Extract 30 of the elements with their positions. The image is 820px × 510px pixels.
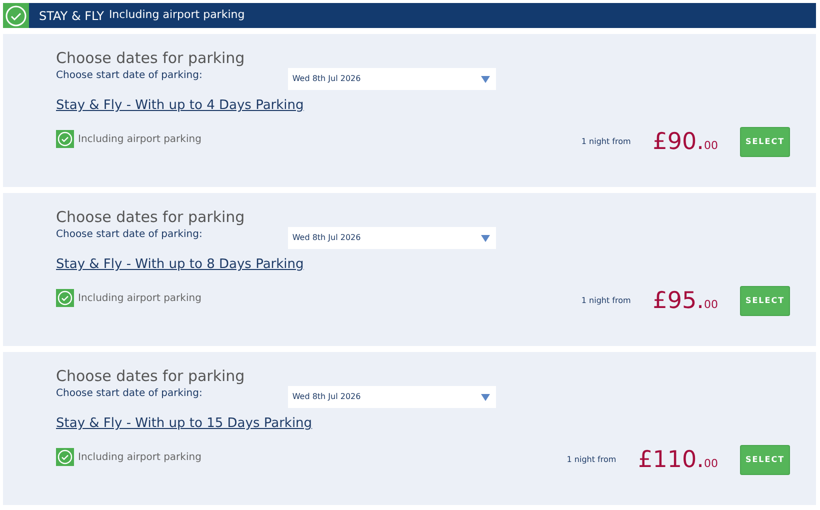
check-icon: [56, 130, 74, 148]
date-select[interactable]: Wed 8th Jul 2026: [288, 386, 496, 408]
section-heading: Choose dates for parking: [56, 207, 246, 227]
from-label: 1 night from: [581, 136, 631, 148]
section-heading: Choose dates for parking: [56, 48, 246, 68]
price-text: £95.00: [652, 290, 718, 312]
check-icon: [56, 289, 74, 307]
check-icon: [56, 448, 74, 466]
check-icon: [3, 3, 29, 28]
from-label: 1 night from: [581, 295, 631, 307]
offer-link[interactable]: Stay & Fly - With up to 15 Days Parking: [56, 414, 312, 434]
feature-text: Including airport parking: [78, 132, 202, 146]
price-text: £90.00: [652, 130, 718, 154]
caret-icon: [481, 234, 490, 242]
price-text: £110.00: [638, 448, 718, 472]
section-heading: Choose dates for parking: [56, 366, 246, 386]
date-label: Choose start date of parking:: [56, 387, 202, 401]
feature-text: Including airport parking: [78, 450, 202, 464]
date-label: Choose start date of parking:: [56, 69, 202, 83]
caret-icon: [481, 394, 490, 400]
date-label: Choose start date of parking:: [56, 228, 202, 242]
date-select[interactable]: Wed 8th Jul 2026: [288, 227, 496, 249]
feature-text: Including airport parking: [78, 292, 202, 306]
offer-link[interactable]: Stay & Fly - With up to 8 Days Parking: [56, 255, 304, 274]
header-subtitle: Including airport parking: [108, 7, 245, 24]
header-title: STAY & FLY: [39, 8, 104, 24]
offer-link[interactable]: Stay & Fly - With up to 4 Days Parking: [56, 96, 304, 116]
from-label: 1 night from: [566, 454, 616, 466]
date-select[interactable]: Wed 8th Jul 2026: [288, 68, 496, 90]
caret-icon: [481, 76, 490, 82]
